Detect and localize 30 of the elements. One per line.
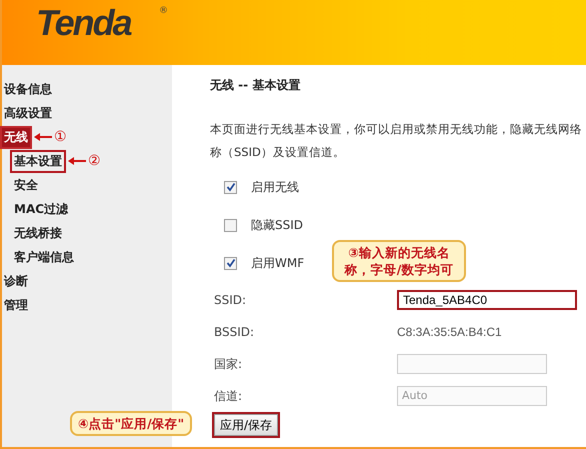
- sidebar-item[interactable]: 安全: [12, 176, 40, 194]
- sidebar-item[interactable]: 管理: [2, 296, 30, 314]
- checkbox-label: 启用WMF: [251, 254, 304, 272]
- sidebar-item[interactable]: 无线: [2, 128, 30, 146]
- sidebar-item[interactable]: MAC过滤: [12, 200, 70, 218]
- checkbox[interactable]: [224, 256, 237, 270]
- select-field[interactable]: [397, 354, 547, 374]
- sidebar-item[interactable]: 高级设置: [2, 104, 54, 122]
- sidebar-item[interactable]: 诊断: [2, 272, 30, 290]
- page-title: 无线 -- 基本设置: [210, 77, 302, 94]
- registered-mark: ®: [159, 6, 168, 16]
- callout-note: ④点击"应用/保存": [70, 411, 192, 436]
- checkbox-label: 隐藏SSID: [251, 216, 304, 234]
- field-label: 国家:: [213, 356, 244, 372]
- checkbox[interactable]: [224, 218, 237, 232]
- field-label: SSID:: [213, 293, 248, 307]
- field-value: C8:3A:35:5A:B4:C1: [397, 325, 502, 339]
- checkbox-label: 启用无线: [251, 178, 299, 196]
- sidebar-item[interactable]: 客户端信息: [12, 248, 76, 266]
- sidebar-item[interactable]: 基本设置: [12, 152, 64, 170]
- callout-note: ③输入新的无线名称，字母/数字均可: [332, 240, 466, 282]
- field-label: BSSID:: [213, 325, 256, 339]
- apply-save-button[interactable]: 应用/保存: [214, 414, 278, 436]
- checkbox[interactable]: [224, 180, 237, 194]
- ssid-field[interactable]: Tenda_5AB4C0: [397, 290, 577, 310]
- logo: Tenda: [36, 2, 131, 44]
- description: 本页面进行无线基本设置，你可以启用或禁用无线功能，隐藏无线网络称（SSID）及设置信道。: [210, 121, 582, 161]
- sidebar-item[interactable]: 无线桥接: [12, 224, 64, 242]
- field-label: 信道:: [213, 388, 244, 404]
- sidebar-item[interactable]: 设备信息: [2, 80, 54, 98]
